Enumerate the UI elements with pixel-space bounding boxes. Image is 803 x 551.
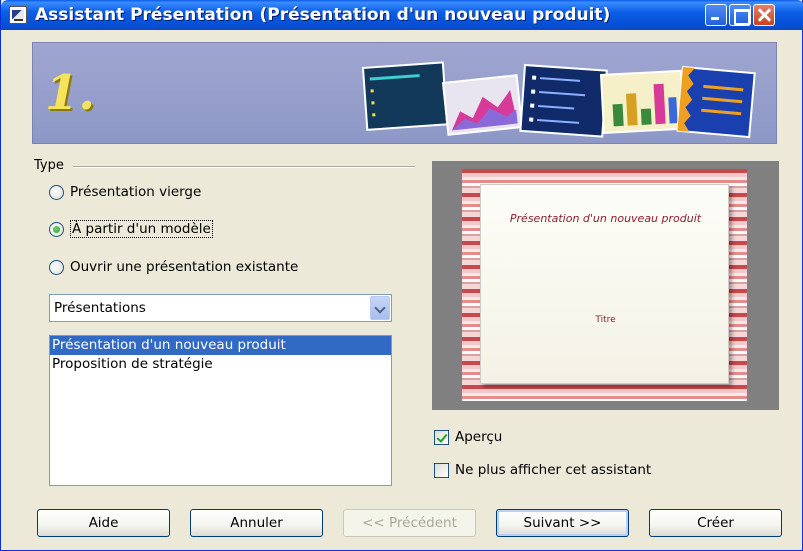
preview-slide: Présentation d'un nouveau produit Titre [462, 169, 747, 401]
create-button[interactable]: Créer [649, 509, 782, 537]
preview-slide-subtitle: Titre [595, 315, 616, 325]
radio-button[interactable] [49, 259, 64, 275]
help-button[interactable]: Aide [37, 509, 170, 537]
preview-checkbox-label: Aperçu [455, 429, 503, 445]
radio-label: Présentation vierge [70, 184, 202, 200]
no-show-checkbox-row[interactable]: Ne plus afficher cet assistant [434, 462, 651, 478]
radio-from-template[interactable]: À partir d'un modèle [49, 220, 213, 238]
preview-checkbox-row[interactable]: Aperçu [434, 429, 502, 445]
slide-illustration-icon [361, 61, 756, 139]
preview-pane: Présentation d'un nouveau produit Titre [432, 161, 779, 410]
radio-label: Ouvrir une présentation existante [70, 259, 299, 275]
category-select[interactable]: Présentations [49, 294, 392, 322]
category-select-value: Présentations [54, 300, 146, 316]
radio-blank-presentation[interactable]: Présentation vierge [49, 184, 201, 200]
radio-label: À partir d'un modèle [70, 220, 213, 238]
no-show-checkbox[interactable] [434, 462, 449, 478]
maximize-button[interactable] [729, 4, 751, 26]
minimize-button[interactable] [705, 4, 727, 26]
list-item[interactable]: Présentation d'un nouveau produit [50, 336, 391, 355]
previous-button[interactable]: << Précédent [343, 509, 476, 537]
preview-slide-title: Présentation d'un nouveau produit [509, 212, 702, 225]
radio-button[interactable] [49, 221, 64, 237]
template-list[interactable]: Présentation d'un nouveau produit Propos… [49, 335, 392, 486]
preview-checkbox[interactable] [434, 429, 449, 445]
type-group-divider [73, 166, 415, 168]
wizard-window: Assistant Présentation (Présentation d'u… [0, 0, 803, 551]
list-item[interactable]: Proposition de stratégie [50, 355, 391, 374]
app-icon [9, 6, 27, 24]
close-button[interactable] [753, 4, 775, 26]
no-show-checkbox-label: Ne plus afficher cet assistant [455, 462, 652, 478]
cancel-button[interactable]: Annuler [190, 509, 323, 537]
wizard-banner: 1. [32, 42, 777, 144]
radio-button[interactable] [49, 184, 64, 200]
chevron-down-icon[interactable] [370, 296, 390, 320]
preview-slide-content: Présentation d'un nouveau produit Titre [480, 184, 729, 384]
radio-open-existing[interactable]: Ouvrir une présentation existante [49, 259, 298, 275]
title-bar[interactable]: Assistant Présentation (Présentation d'u… [1, 0, 803, 30]
next-button[interactable]: Suivant >> [496, 509, 629, 537]
window-title: Assistant Présentation (Présentation d'u… [35, 5, 611, 25]
type-group-label: Type [34, 158, 64, 173]
